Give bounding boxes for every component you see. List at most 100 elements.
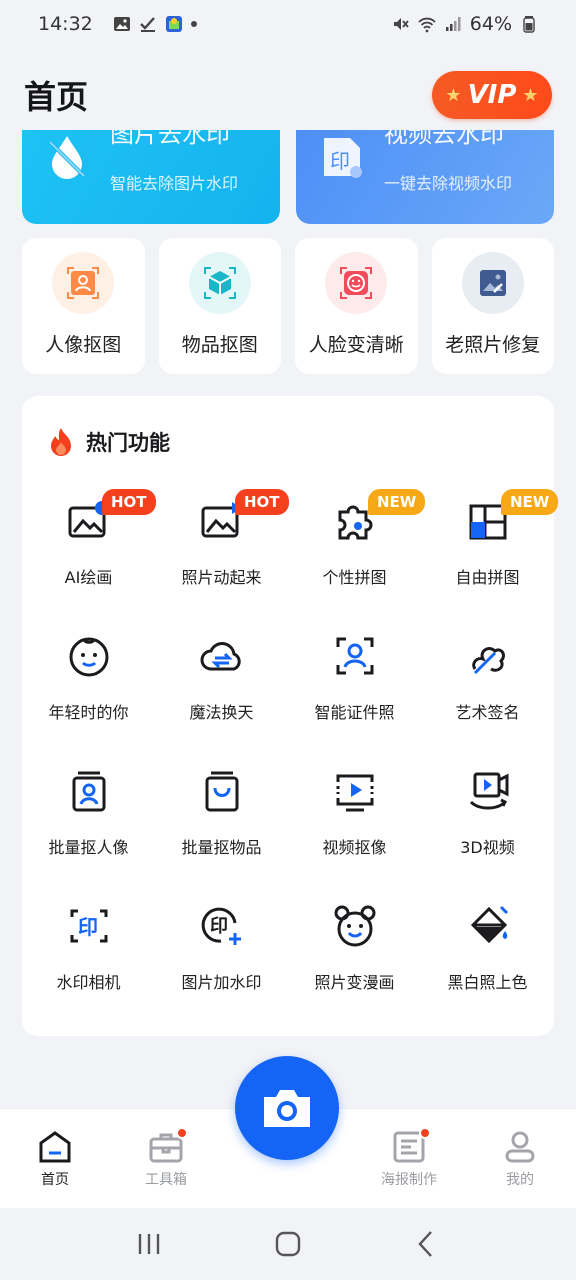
feature-sky-swap[interactable]: 魔法换天 — [155, 619, 288, 754]
banner-title: 图片去水印 — [110, 130, 230, 148]
tool-label: 人脸变清晰 — [308, 334, 404, 356]
camera-icon — [264, 1090, 310, 1127]
feature-video-cutout[interactable]: 视频抠像 — [288, 754, 421, 889]
wifi-icon — [418, 17, 436, 33]
vip-label: VIP — [467, 80, 517, 110]
signal-icon — [445, 17, 461, 31]
feature-label: 3D视频 — [460, 838, 515, 857]
system-nav-bar — [0, 1208, 576, 1280]
svg-text:印: 印 — [78, 915, 98, 939]
header: 首页 ★ VIP ★ — [0, 62, 576, 128]
watermark-camera-icon: 印 — [70, 909, 107, 943]
home-icon — [39, 1131, 71, 1163]
tool-face-enhance[interactable]: 人脸变清晰 — [295, 238, 418, 374]
check-icon — [139, 17, 155, 32]
feature-puzzle[interactable]: NEW 个性拼图 — [288, 484, 426, 619]
cloud-swap-icon — [200, 642, 241, 671]
object-cutout-icon — [188, 252, 251, 314]
signature-icon — [471, 647, 505, 675]
feature-colorize[interactable]: 黑白照上色 — [421, 889, 554, 1024]
cartoon-icon — [334, 905, 375, 947]
feature-label: 图片加水印 — [181, 973, 262, 992]
id-photo-icon — [336, 637, 373, 675]
vip-button[interactable]: ★ VIP ★ — [432, 71, 552, 119]
face-enhance-icon — [325, 252, 388, 314]
quick-tools: 人像抠图 物品抠图 人脸变清晰 老照片修复 — [22, 238, 554, 374]
baby-face-icon — [69, 637, 108, 677]
gallery-icon — [113, 17, 130, 31]
feature-label: 批量抠人像 — [48, 838, 129, 857]
battery-icon — [523, 16, 535, 33]
banner-subtitle: 智能去除图片水印 — [110, 174, 239, 193]
nav-toolbox[interactable]: 工具箱 — [126, 1127, 206, 1189]
tool-object-cutout[interactable]: 物品抠图 — [158, 238, 281, 374]
feature-label: 智能证件照 — [314, 703, 395, 722]
photo-repair-icon — [461, 252, 524, 314]
feature-watermark-camera[interactable]: 印 水印相机 — [22, 889, 155, 1024]
feature-label: 水印相机 — [56, 973, 121, 992]
feature-label: 照片变漫画 — [314, 973, 395, 992]
3d-video-icon — [469, 772, 508, 810]
video-cutout-icon — [336, 774, 373, 812]
feature-label: 黑白照上色 — [447, 973, 528, 992]
feature-signature[interactable]: 艺术签名 — [421, 619, 554, 754]
recent-apps-icon[interactable] — [134, 1231, 164, 1257]
tool-label: 人像抠图 — [45, 334, 122, 356]
camera-button[interactable] — [235, 1056, 339, 1160]
hot-features-header: 热门功能 — [46, 426, 170, 458]
section-title: 热门功能 — [86, 431, 170, 455]
nav-profile[interactable]: 我的 — [480, 1129, 560, 1189]
feature-young-you[interactable]: 年轻时的你 — [22, 619, 155, 754]
svg-text:印: 印 — [330, 149, 350, 173]
nav-poster[interactable]: 海报制作 — [369, 1127, 449, 1189]
feature-label: 视频抠像 — [322, 838, 387, 857]
banner-image-watermark-removal[interactable]: 图片去水印 智能去除图片水印 — [22, 130, 280, 224]
profile-icon — [505, 1131, 535, 1163]
feature-banners: 图片去水印 智能去除图片水印 印 视频去水印 一键去除视频水印 — [22, 130, 554, 224]
tool-label: 老照片修复 — [445, 334, 541, 356]
nav-label: 海报制作 — [381, 1172, 437, 1188]
notification-dot — [419, 1127, 431, 1139]
hot-badge: HOT — [235, 489, 289, 515]
feature-cartoon[interactable]: 照片变漫画 — [288, 889, 421, 1024]
svg-text:印: 印 — [210, 916, 228, 937]
colorize-icon — [470, 905, 508, 944]
feature-label: 照片动起来 — [181, 568, 262, 587]
feature-label: 批量抠物品 — [181, 838, 262, 857]
tool-photo-repair[interactable]: 老照片修复 — [431, 238, 554, 374]
feature-label: 魔法换天 — [189, 703, 254, 722]
back-icon[interactable] — [412, 1229, 442, 1259]
new-badge: NEW — [368, 489, 426, 515]
drop-icon — [48, 136, 86, 179]
feature-label: 年轻时的你 — [48, 703, 129, 722]
star-icon: ★ — [445, 84, 462, 106]
home-button-icon[interactable] — [273, 1229, 303, 1259]
feature-batch-portrait[interactable]: 批量抠人像 — [22, 754, 155, 889]
feature-3d-video[interactable]: 3D视频 — [421, 754, 554, 889]
status-time: 14:32 — [38, 13, 93, 35]
feature-collage[interactable]: NEW 自由拼图 — [421, 484, 559, 619]
hot-badge: HOT — [102, 489, 156, 515]
banner-video-watermark-removal[interactable]: 印 视频去水印 一键去除视频水印 — [296, 130, 554, 224]
nav-home[interactable]: 首页 — [15, 1129, 95, 1189]
banner-title: 视频去水印 — [384, 130, 504, 148]
portrait-cutout-icon — [52, 252, 115, 314]
feature-ai-paint[interactable]: HOT AI绘画 — [22, 484, 156, 619]
notification-dot — [190, 21, 197, 27]
page-title: 首页 — [24, 78, 89, 116]
toolbox-icon — [148, 1127, 188, 1165]
feature-label: 个性拼图 — [322, 568, 387, 587]
feature-batch-object[interactable]: 批量抠物品 — [155, 754, 288, 889]
new-badge: NEW — [501, 489, 559, 515]
feature-label: 自由拼图 — [455, 568, 520, 587]
batch-portrait-icon — [72, 771, 105, 812]
feature-add-watermark[interactable]: 印 图片加水印 — [155, 889, 288, 1024]
tool-portrait-cutout[interactable]: 人像抠图 — [22, 238, 145, 374]
feature-grid: HOT AI绘画 HOT 照片动起来 NEW 个性拼图 NEW 自由拼图 年轻时… — [22, 484, 559, 1024]
feature-id-photo[interactable]: 智能证件照 — [288, 619, 421, 754]
tool-label: 物品抠图 — [181, 334, 258, 356]
feature-photo-animate[interactable]: HOT 照片动起来 — [155, 484, 289, 619]
banner-subtitle: 一键去除视频水印 — [384, 174, 513, 193]
app-icon — [165, 16, 182, 32]
nav-label: 首页 — [41, 1172, 69, 1188]
